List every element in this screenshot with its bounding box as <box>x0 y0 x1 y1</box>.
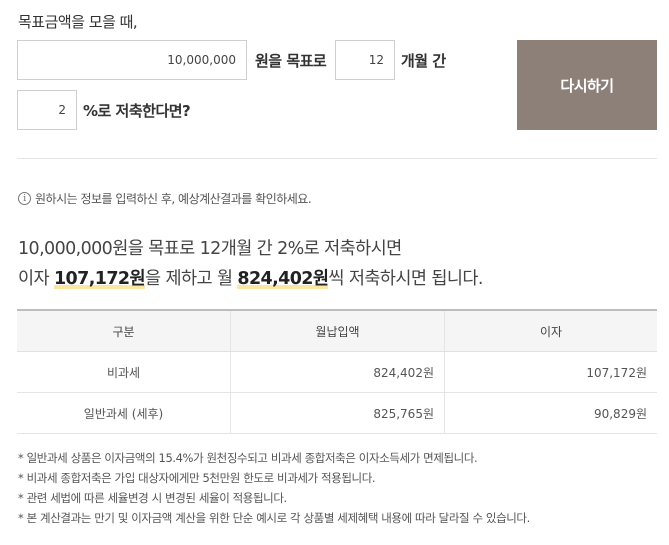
table-header-row: 구분 월납입액 이자 <box>17 309 657 352</box>
interest-amount: 107,172원 <box>53 269 146 289</box>
header-type: 구분 <box>17 309 231 352</box>
rate-suffix-label: %로 저축한다면? <box>83 102 191 120</box>
footnotes: * 일반과세 상품은 이자금액의 15.4%가 원천징수되고 비과세 종합저축은… <box>18 448 530 528</box>
table-row: 비과세 824,402원 107,172원 <box>17 351 657 393</box>
result-line-1: 10,000,000원을 목표로 12개월 간 2%로 저축하시면 <box>18 239 402 259</box>
footnote: * 본 계산결과는 만기 및 이자금액 계산을 위한 단순 예시로 각 상품별 … <box>18 511 530 525</box>
intro-text: 목표금액을 모을 때, <box>18 13 138 31</box>
footnote: * 일반과세 상품은 이자금액의 15.4%가 원천징수되고 비과세 종합저축은… <box>18 451 478 465</box>
footnote: * 비과세 종합저축은 가입 대상자에게만 5천만원 한도로 비과세가 적용됩니… <box>18 471 376 485</box>
months-input[interactable] <box>335 40 395 80</box>
monthly-amount: 824,402원 <box>237 269 329 289</box>
result-line2-prefix: 이자 <box>18 269 54 289</box>
cell-monthly: 825,765원 <box>230 392 445 434</box>
footnote: * 관련 세법에 따른 세율변경 시 변경된 세율이 적용됩니다. <box>18 491 287 505</box>
months-suffix-label: 개월 간 <box>401 52 446 70</box>
cell-interest: 90,829원 <box>444 392 657 434</box>
result-line2-suffix: 씩 저축하시면 됩니다. <box>328 269 483 289</box>
notice: i 원하시는 정보를 입력하신 후, 예상계산결과를 확인하세요. <box>18 190 312 207</box>
recalculate-button[interactable]: 다시하기 <box>517 40 657 130</box>
cell-type: 일반과세 (세후) <box>17 392 231 434</box>
cell-interest: 107,172원 <box>444 351 657 393</box>
amount-suffix-label: 원을 목표로 <box>255 52 327 70</box>
rate-input[interactable] <box>17 90 77 130</box>
notice-text: 원하시는 정보를 입력하신 후, 예상계산결과를 확인하세요. <box>35 192 312 206</box>
result-table: 구분 월납입액 이자 비과세 824,402원 107,172원 일반과세 (세… <box>17 309 657 434</box>
result-line-2: 이자 107,172원을 제하고 월 824,402원씩 저축하시면 됩니다. <box>18 265 483 290</box>
info-icon: i <box>18 192 31 205</box>
table-row: 일반과세 (세후) 825,765원 90,829원 <box>17 392 657 434</box>
header-monthly: 월납입액 <box>230 309 445 352</box>
section-divider <box>17 158 657 159</box>
cell-monthly: 824,402원 <box>230 351 445 393</box>
target-amount-input[interactable] <box>17 40 247 80</box>
cell-type: 비과세 <box>17 351 231 393</box>
savings-calculator: 목표금액을 모을 때, 원을 목표로 개월 간 %로 저축한다면? 다시하기 i… <box>0 0 669 545</box>
result-line2-mid: 을 제하고 월 <box>144 269 238 289</box>
header-interest: 이자 <box>444 309 657 352</box>
